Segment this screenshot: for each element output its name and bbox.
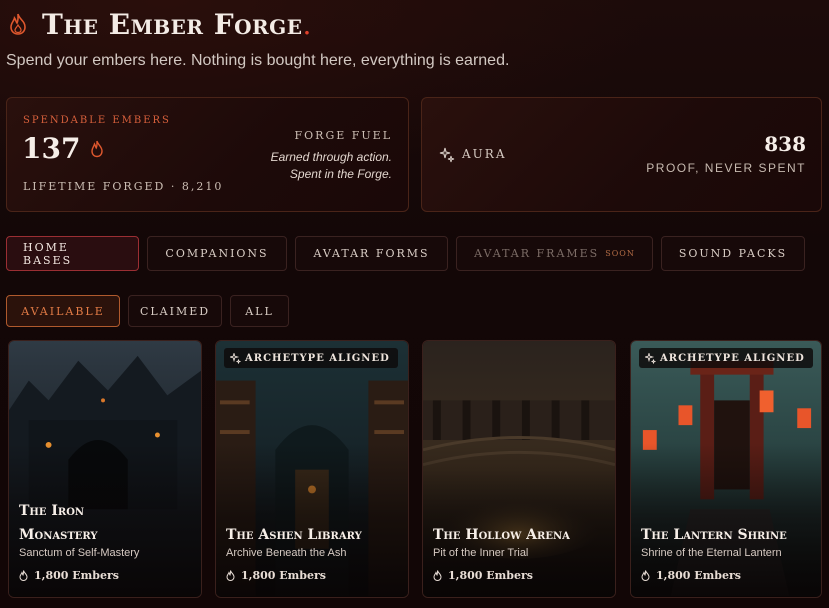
home-base-tagline: Sanctum of Self-Mastery — [19, 547, 140, 559]
tab-label: COMPANIONS — [165, 247, 269, 260]
price-label: 1,800 Embers — [448, 569, 533, 582]
aura-label: AURA — [462, 147, 507, 161]
lifetime-forged: LIFETIME FORGED · 8,210 — [23, 180, 224, 193]
home-base-card-lantern-shrine[interactable]: ARCHETYPE ALIGNED The Lantern Shrine Shr… — [630, 340, 822, 598]
home-base-name: The Hollow Arena — [433, 527, 570, 543]
status-filters: AVAILABLE CLAIMED ALL — [6, 295, 297, 327]
filter-available[interactable]: AVAILABLE — [6, 295, 120, 327]
sparkle-icon — [645, 352, 656, 364]
filter-label: CLAIMED — [139, 304, 211, 318]
tab-label: HOME BASES — [23, 240, 73, 267]
price-label: 1,800 Embers — [241, 569, 326, 582]
flame-icon — [641, 570, 650, 581]
aura-card: AURA 838 PROOF, NEVER SPENT — [421, 97, 822, 212]
home-base-card-ashen-library[interactable]: ARCHETYPE ALIGNED The Ashen Library Arch… — [215, 340, 409, 598]
price-label: 1,800 Embers — [34, 569, 119, 582]
home-base-price: 1,800 Embers — [19, 569, 119, 582]
home-base-tagline: Shrine of the Eternal Lantern — [641, 547, 782, 559]
badge-label: ARCHETYPE ALIGNED — [660, 352, 805, 364]
page-subtitle: Spend your embers here. Nothing is bough… — [6, 52, 510, 69]
embers-count-value: 137 — [22, 132, 81, 165]
filter-label: ALL — [245, 304, 274, 318]
archetype-aligned-badge: ARCHETYPE ALIGNED — [639, 348, 813, 368]
filter-claimed[interactable]: CLAIMED — [128, 295, 222, 327]
filter-label: AVAILABLE — [21, 304, 105, 318]
tab-home-bases[interactable]: HOME BASES — [6, 236, 139, 271]
embers-label: SPENDABLE EMBERS — [23, 115, 171, 126]
filter-all[interactable]: ALL — [230, 295, 289, 327]
forge-fuel-line-2: Spent in the Forge. — [289, 167, 392, 181]
flame-icon — [10, 13, 26, 35]
flame-icon — [226, 570, 235, 581]
home-base-name: The Lantern Shrine — [641, 527, 787, 543]
home-base-price: 1,800 Embers — [641, 569, 741, 582]
forge-fuel-line-1: Earned through action. — [270, 150, 392, 164]
sparkle-icon — [230, 352, 241, 364]
spendable-embers-card: SPENDABLE EMBERS 137 LIFETIME FORGED · 8… — [6, 97, 409, 212]
archetype-aligned-badge: ARCHETYPE ALIGNED — [224, 348, 398, 368]
home-base-card-hollow-arena[interactable]: The Hollow Arena Pit of the Inner Trial … — [422, 340, 616, 598]
aura-value: 838 — [764, 132, 806, 156]
flame-icon — [91, 140, 104, 157]
embers-count: 137 — [22, 132, 104, 165]
tab-label: SOUND PACKS — [678, 247, 788, 260]
page-title: The Ember Forge — [42, 7, 303, 41]
tab-avatar-frames: AVATAR FRAMES SOON — [456, 236, 653, 271]
price-label: 1,800 Embers — [656, 569, 741, 582]
home-base-name: The Ashen Library — [226, 527, 362, 543]
sparkle-icon — [439, 147, 455, 163]
forge-fuel-title: FORGE FUEL — [294, 129, 392, 142]
aura-subtext: PROOF, NEVER SPENT — [646, 161, 806, 175]
tab-label: AVATAR FORMS — [313, 247, 430, 260]
home-base-tagline: Pit of the Inner Trial — [433, 547, 529, 559]
title-accent-dot: . — [302, 7, 312, 41]
category-tabs: HOME BASES COMPANIONS AVATAR FORMS AVATA… — [6, 236, 813, 271]
home-base-name-line-1: The Iron — [19, 503, 85, 519]
tab-companions[interactable]: COMPANIONS — [147, 236, 287, 271]
badge-label: ARCHETYPE ALIGNED — [245, 352, 390, 364]
home-base-price: 1,800 Embers — [433, 569, 533, 582]
home-base-name-line-2: Monastery — [19, 527, 98, 543]
home-base-card-iron-monastery[interactable]: The Iron Monastery Sanctum of Self-Maste… — [8, 340, 202, 598]
tab-label: AVATAR FRAMES — [474, 247, 600, 260]
flame-icon — [19, 570, 28, 581]
flame-icon — [433, 570, 442, 581]
tab-avatar-forms[interactable]: AVATAR FORMS — [295, 236, 448, 271]
tab-sound-packs[interactable]: SOUND PACKS — [661, 236, 805, 271]
soon-badge: SOON — [605, 249, 635, 258]
home-base-price: 1,800 Embers — [226, 569, 326, 582]
page-header: The Ember Forge. — [8, 6, 311, 42]
home-base-tagline: Archive Beneath the Ash — [226, 547, 347, 559]
